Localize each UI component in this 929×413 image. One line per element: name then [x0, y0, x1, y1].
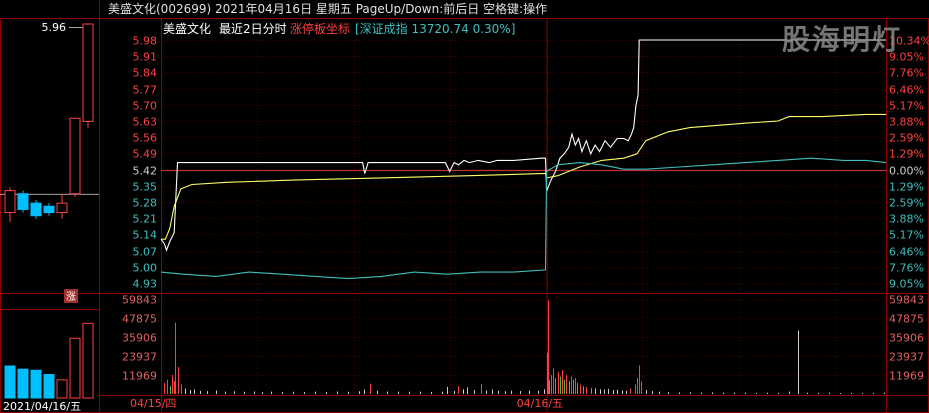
- mini-candle-body: [82, 23, 94, 122]
- x-axis-label: 04/15/四: [130, 397, 176, 410]
- chart-title: 美盛文化(002699) 2021年04月16日 星期五 PageUp/Down…: [108, 2, 548, 16]
- price-tick-label: 5.42: [133, 165, 158, 178]
- price-tick-label: 5.91: [133, 51, 158, 64]
- legend-stock-name: 美盛文化: [163, 21, 211, 36]
- price-tick-label: 5.49: [133, 148, 158, 161]
- mini-volume-bar: [30, 369, 42, 399]
- mini-badge-label: 涨: [66, 291, 76, 303]
- pct-tick-label: 0.00%: [889, 165, 924, 178]
- volume-tick-label: 59843: [889, 294, 924, 307]
- pct-tick-label: 1.29%: [889, 148, 924, 161]
- watermark-logo: 股海明灯: [782, 23, 903, 56]
- price-tick-label: 5.98: [133, 35, 158, 48]
- volume-tick-label: 11969: [889, 370, 924, 383]
- price-tick-label: 5.77: [133, 84, 158, 97]
- pct-tick-label: 5.17%: [889, 100, 924, 113]
- mini-candle-body: [30, 202, 42, 217]
- price-tick-label: 5.56: [133, 132, 158, 145]
- pct-tick-label: 2.59%: [889, 197, 924, 210]
- price-tick-label: 5.70: [133, 100, 158, 113]
- pct-tick-label: 1.29%: [889, 181, 924, 194]
- pct-tick-label: 9.05%: [889, 278, 924, 291]
- avg-line: [161, 113, 886, 240]
- price-tick-label: 5.35: [133, 181, 158, 194]
- pct-tick-label: 6.46%: [889, 246, 924, 259]
- mini-candle-body: [43, 205, 55, 214]
- pct-tick-label: 7.76%: [889, 262, 924, 275]
- volume-tick-label: 23937: [122, 351, 157, 364]
- pct-tick-label: 6.46%: [889, 84, 924, 97]
- legend-limit-label: 涨停板坐标: [290, 21, 350, 36]
- x-axis-label: 04/16/五: [517, 397, 563, 410]
- mini-volume-bar: [56, 379, 68, 399]
- pct-tick-label: 7.76%: [889, 67, 924, 80]
- legend-period: 最近2日分时: [219, 22, 287, 36]
- mini-volume-bar: [43, 374, 55, 399]
- price-tick-label: 5.84: [133, 67, 158, 80]
- price-tick-label: 5.21: [133, 213, 158, 226]
- mini-candle-body: [69, 117, 81, 195]
- mini-price-label: 5.96: [42, 21, 67, 34]
- pct-tick-label: 3.88%: [889, 116, 924, 129]
- price-tick-label: 4.93: [133, 278, 158, 291]
- mini-volume-bar: [17, 368, 29, 399]
- mini-volume-bar: [69, 337, 81, 399]
- mini-volume-bar: [4, 365, 16, 399]
- mini-candle-body: [17, 193, 29, 210]
- mini-candle-body: [56, 202, 68, 214]
- pct-tick-label: 3.88%: [889, 213, 924, 226]
- price-tick-label: 5.63: [133, 116, 158, 129]
- volume-tick-label: 23937: [889, 351, 924, 364]
- legend-index-label: [深证成指 13720.74 0.30%]: [355, 21, 515, 36]
- volume-tick-label: 59843: [122, 294, 157, 307]
- volume-tick-label: 11969: [122, 370, 157, 383]
- mini-volume-bar: [82, 322, 94, 399]
- pct-tick-label: 2.59%: [889, 132, 924, 145]
- mini-date-label: 2021/04/16/五: [3, 400, 81, 413]
- price-tick-label: 5.14: [133, 229, 158, 242]
- volume-tick-label: 35906: [889, 332, 924, 345]
- intraday-chart: 5.98 10.34%5.91 9.05%5.84 7.76%5.77 6.46%5.7…: [0, 0, 929, 413]
- volume-tick-label: 47875: [122, 313, 157, 326]
- price-tick-label: 5.28: [133, 197, 158, 210]
- volume-tick-label: 47875: [889, 313, 924, 326]
- price-tick-label: 5.07: [133, 246, 158, 259]
- price-tick-label: 5.00: [133, 262, 158, 275]
- mini-candle-body: [4, 190, 16, 214]
- pct-tick-label: 5.17%: [889, 229, 924, 242]
- volume-tick-label: 35906: [122, 332, 157, 345]
